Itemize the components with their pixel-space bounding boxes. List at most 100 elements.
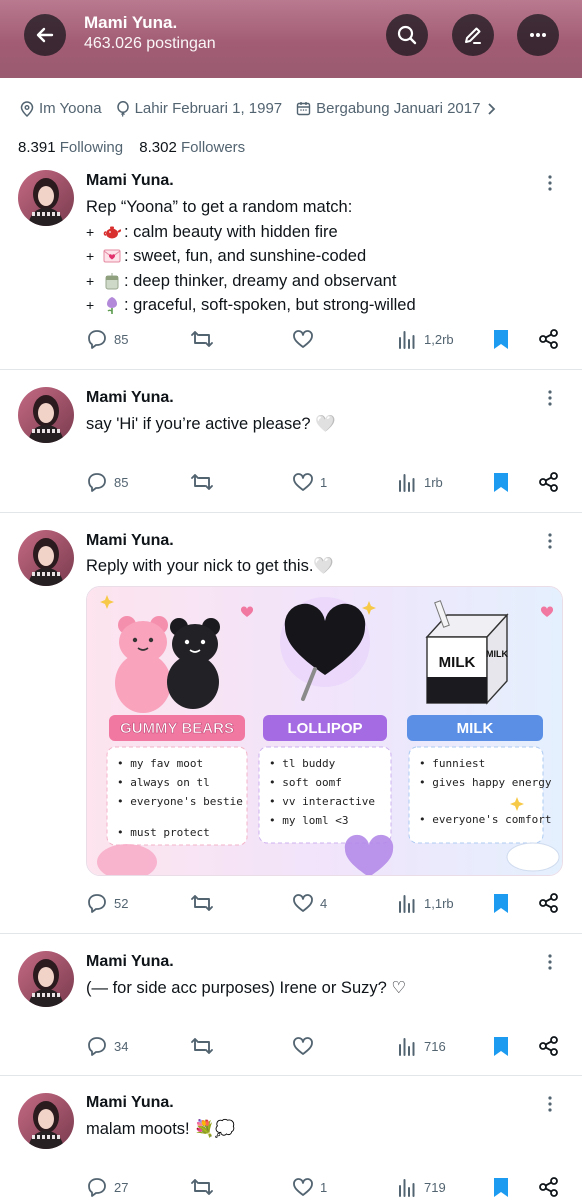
- post-text: malam moots! 💐💭: [86, 1120, 236, 1138]
- follow-stats: 8.391 Following 8.302 Followers: [18, 139, 257, 156]
- share-icon: [539, 893, 558, 913]
- post-author[interactable]: Mami Yuna.: [86, 953, 174, 971]
- post[interactable]: Mami Yuna. Rep “Yoona” to get a random m…: [0, 158, 582, 370]
- teapot-emoji: [102, 223, 122, 241]
- header-post-count: 463.026 postingan: [84, 35, 216, 52]
- like-button[interactable]: 4: [292, 892, 327, 914]
- plus-icon: +: [86, 248, 95, 264]
- reply-count: 52: [114, 895, 129, 911]
- share-button[interactable]: [538, 892, 560, 914]
- panel-list-item: • funniest: [419, 757, 485, 770]
- bookmark-icon: [494, 330, 508, 349]
- avatar-photo: [18, 530, 74, 586]
- post[interactable]: Mami Yuna. Reply with your nick to get t…: [0, 514, 582, 934]
- following-link[interactable]: 8.391 Following: [18, 139, 135, 156]
- avatar[interactable]: [18, 530, 74, 586]
- post-actions: 34 716: [0, 1035, 582, 1063]
- location: Im Yoona: [20, 100, 102, 117]
- repost-button[interactable]: [190, 328, 214, 350]
- list-item-text: : deep thinker, dreamy and observant: [124, 271, 397, 290]
- avatar[interactable]: [18, 951, 74, 1007]
- repost-button[interactable]: [190, 471, 214, 493]
- reply-icon: [88, 1178, 106, 1197]
- avatar[interactable]: [18, 170, 74, 226]
- bookmark-button[interactable]: [490, 1176, 512, 1198]
- post-actions: 85 1 1rb: [0, 471, 582, 499]
- more-vertical-icon[interactable]: [542, 953, 558, 971]
- repost-button[interactable]: [190, 1035, 214, 1057]
- views-button[interactable]: 1,1rb: [396, 892, 454, 914]
- post[interactable]: Mami Yuna. say 'Hi' if you’re active ple…: [0, 371, 582, 513]
- share-button[interactable]: [538, 471, 560, 493]
- panel-list-item: • tl buddy: [269, 757, 336, 770]
- avatar[interactable]: [18, 387, 74, 443]
- views-button[interactable]: 1rb: [396, 471, 443, 493]
- balloon-icon: [116, 100, 129, 117]
- post-text: Rep “Yoona” to get a random match: + : c…: [86, 195, 556, 318]
- reply-button[interactable]: 34: [86, 1035, 128, 1057]
- search-button[interactable]: [386, 14, 428, 56]
- reply-count: 85: [114, 474, 129, 490]
- like-button[interactable]: 1: [292, 471, 327, 493]
- bookmark-button[interactable]: [490, 471, 512, 493]
- avatar[interactable]: [18, 1093, 74, 1149]
- post[interactable]: Mami Yuna. malam moots! 💐💭 27 1 719: [0, 1077, 582, 1200]
- share-button[interactable]: [538, 1035, 560, 1057]
- reply-button[interactable]: 85: [86, 471, 128, 493]
- reply-button[interactable]: 52: [86, 892, 128, 914]
- bookmark-icon: [494, 1178, 508, 1197]
- like-button[interactable]: [292, 1035, 320, 1057]
- gummy-bear-pink: [115, 616, 171, 713]
- repost-icon: [191, 474, 213, 490]
- post-text: Reply with your nick to get this.🤍: [86, 557, 334, 575]
- list-item: + : deep thinker, dreamy and observant: [86, 269, 556, 294]
- post-actions: 27 1 719: [0, 1176, 582, 1200]
- back-button[interactable]: [24, 14, 66, 56]
- post-author[interactable]: Mami Yuna.: [86, 1094, 174, 1112]
- reply-icon: [88, 330, 106, 349]
- reply-count: 34: [114, 1038, 129, 1054]
- reply-icon: [88, 1037, 106, 1056]
- heart-icon: [293, 894, 313, 912]
- like-button[interactable]: 1: [292, 1176, 327, 1198]
- more-vertical-icon[interactable]: [542, 389, 558, 407]
- bookmark-icon: [494, 894, 508, 913]
- more-vertical-icon[interactable]: [542, 1095, 558, 1113]
- joined-text: Bergabung Januari 2017: [316, 100, 481, 117]
- post-author[interactable]: Mami Yuna.: [86, 172, 174, 190]
- tea-cup-emoji: [102, 272, 122, 290]
- heart-icon: [293, 330, 313, 348]
- reply-button[interactable]: 85: [86, 328, 128, 350]
- views-button[interactable]: 1,2rb: [396, 328, 454, 350]
- more-options-button[interactable]: [517, 14, 559, 56]
- post-intro: Rep “Yoona” to get a random match:: [86, 198, 353, 216]
- views-button[interactable]: 716: [396, 1035, 446, 1057]
- panel-list-item: • soft oomf: [269, 776, 342, 789]
- pencil-icon: [465, 27, 481, 44]
- more-vertical-icon[interactable]: [542, 174, 558, 192]
- bookmark-button[interactable]: [490, 328, 512, 350]
- bookmark-button[interactable]: [490, 1035, 512, 1057]
- joined[interactable]: Bergabung Januari 2017: [296, 100, 503, 117]
- post-author[interactable]: Mami Yuna.: [86, 389, 174, 407]
- reply-button[interactable]: 27: [86, 1176, 128, 1198]
- like-button[interactable]: [292, 328, 320, 350]
- location-pin-icon: [20, 100, 34, 117]
- profile-header: Mami Yuna. 463.026 postingan: [0, 0, 582, 78]
- repost-button[interactable]: [190, 1176, 214, 1198]
- list-item: + : sweet, fun, and sunshine-coded: [86, 244, 556, 269]
- post-image[interactable]: GUMMY BEARS • my fav moot • always on tl…: [86, 586, 563, 876]
- views-button[interactable]: 719: [396, 1176, 446, 1198]
- repost-icon: [191, 895, 213, 911]
- share-button[interactable]: [538, 328, 560, 350]
- more-vertical-icon[interactable]: [542, 532, 558, 550]
- edit-button[interactable]: [452, 14, 494, 56]
- post-actions: 85 1,2rb: [0, 328, 582, 356]
- post-author[interactable]: Mami Yuna.: [86, 532, 174, 550]
- views-count: 716: [424, 1038, 446, 1054]
- bookmark-button[interactable]: [490, 892, 512, 914]
- share-button[interactable]: [538, 1176, 560, 1198]
- followers-link[interactable]: 8.302 Followers: [139, 139, 257, 156]
- repost-button[interactable]: [190, 892, 214, 914]
- post[interactable]: Mami Yuna. (— for side acc purposes) Ire…: [0, 935, 582, 1076]
